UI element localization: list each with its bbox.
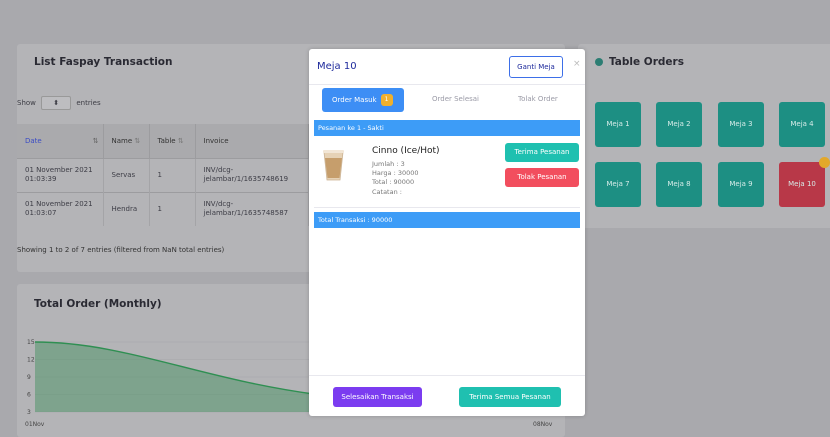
- y-tick-label: 6: [27, 392, 31, 399]
- table-tile[interactable]: Meja 1: [595, 102, 641, 147]
- footer-divider: [309, 375, 585, 376]
- show-entries: Show ⬍ entries: [17, 96, 101, 110]
- tolak-pesanan-button[interactable]: Tolak Pesanan: [505, 168, 579, 187]
- cell-invoice: INV/dcg-jelambar/1/1635748587: [195, 191, 309, 226]
- ganti-meja-button[interactable]: Ganti Meja: [509, 56, 563, 78]
- x-tick-label: 08Nov: [533, 421, 553, 428]
- col-table[interactable]: Table ⇅: [149, 124, 196, 158]
- selesaikan-transaksi-button[interactable]: Selesaikan Transaksi: [333, 387, 422, 407]
- table-tile[interactable]: Meja 4: [779, 102, 825, 147]
- faspay-table: Date ⇅ Name ⇅ Table ⇅ Invoice 01 Novembe…: [17, 124, 309, 226]
- modal-divider: [309, 84, 585, 85]
- pesanan-header: Pesanan ke 1 - Sakti: [314, 120, 580, 136]
- table-tile[interactable]: Meja 8: [656, 162, 702, 207]
- table-orders-title: Table Orders: [609, 56, 684, 68]
- cell-date: 01 November 2021 01:03:39: [17, 157, 104, 192]
- product-cup-image: [323, 150, 344, 181]
- product-harga: Harga : 30000: [372, 169, 419, 177]
- faspay-title: List Faspay Transaction: [34, 56, 173, 68]
- show-label: Show: [17, 99, 36, 107]
- tab-order-masuk[interactable]: Order Masuk 1: [322, 88, 404, 112]
- terima-semua-pesanan-button[interactable]: Terima Semua Pesanan: [459, 387, 561, 407]
- col-invoice[interactable]: Invoice: [195, 124, 309, 158]
- order-count-badge: 1: [380, 94, 393, 106]
- table-tile[interactable]: Meja 10: [779, 162, 825, 207]
- col-name[interactable]: Name ⇅: [103, 124, 150, 158]
- cell-name: Servas: [103, 157, 150, 192]
- table-orders-icon: [595, 58, 603, 66]
- close-icon[interactable]: ×: [573, 59, 581, 69]
- entries-label: entries: [76, 99, 101, 107]
- product-jumlah: Jumlah : 3: [372, 160, 405, 168]
- table-header-row: Date ⇅ Name ⇅ Table ⇅ Invoice: [17, 124, 309, 158]
- y-tick-label: 3: [27, 409, 31, 416]
- entries-select[interactable]: ⬍: [41, 96, 72, 110]
- x-tick-label: 01Nov: [25, 421, 45, 428]
- table-row: 01 November 2021 01:03:39 Servas 1 INV/dc…: [17, 157, 309, 192]
- tab-order-selesai[interactable]: Order Selesai: [432, 95, 479, 103]
- table-tile[interactable]: Meja 7: [595, 162, 641, 207]
- cell-table: 1: [149, 157, 196, 192]
- product-catatan: Catatan :: [372, 188, 402, 196]
- y-tick-label: 12: [27, 357, 35, 364]
- cell-date: 01 November 2021 01:03:07: [17, 191, 104, 226]
- table-tile[interactable]: Meja 3: [718, 102, 764, 147]
- chart-title: Total Order (Monthly): [34, 298, 162, 310]
- order-modal: Meja 10 Ganti Meja × Order Masuk 1 Order …: [309, 49, 585, 416]
- y-tick-label: 15: [27, 339, 35, 346]
- top-navbar: [0, 0, 830, 38]
- cell-table: 1: [149, 191, 196, 226]
- product-name: Cinno (Ice/Hot): [372, 146, 440, 156]
- product-total: Total : 90000: [372, 178, 415, 186]
- table-row: 01 November 2021 01:03:07 Hendra 1 INV/dc…: [17, 191, 309, 226]
- showing-entries-text: Showing 1 to 2 of 7 entries (filtered fr…: [17, 246, 225, 254]
- y-tick-label: 9: [27, 374, 31, 381]
- table-tile[interactable]: Meja 2: [656, 102, 702, 147]
- terima-pesanan-button[interactable]: Terima Pesanan: [505, 143, 579, 162]
- cell-invoice: INV/dcg-jelambar/1/1635748619: [195, 157, 309, 192]
- item-divider: [314, 207, 580, 208]
- modal-title: Meja 10: [317, 61, 357, 72]
- table-tile[interactable]: Meja 9: [718, 162, 764, 207]
- col-date[interactable]: Date ⇅: [17, 124, 104, 158]
- table-notification-badge: [819, 157, 830, 168]
- total-transaksi-bar: Total Transaksi : 90000: [314, 212, 580, 228]
- tab-tolak-order[interactable]: Tolak Order: [518, 95, 558, 103]
- cell-name: Hendra: [103, 191, 150, 226]
